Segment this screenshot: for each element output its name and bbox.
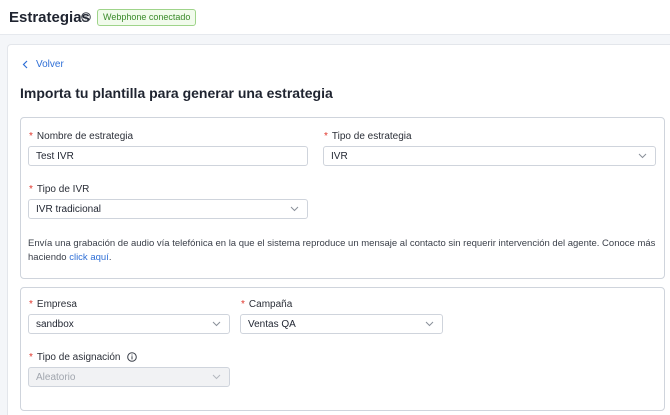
chevron-down-icon [425,321,434,327]
back-button[interactable]: Volver [22,59,64,70]
campaign-select[interactable]: Ventas QA [240,314,443,334]
top-bar: Estrategias Webphone conectado [0,0,670,35]
back-label: Volver [36,59,64,70]
page-title: Estrategias [9,9,90,26]
strategy-name-input[interactable]: Test IVR [28,146,308,166]
status-badge: Webphone conectado [97,9,197,26]
ivr-type-label: * Tipo de IVR [29,184,90,195]
assignment-type-label: * Tipo de asignación [29,352,138,363]
chevron-down-icon [212,321,221,327]
company-label: * Empresa [29,299,77,310]
chevron-left-icon [22,60,28,69]
required-marker: * [29,131,33,142]
form-heading: Importa tu plantilla para generar una es… [20,85,333,101]
chevron-down-icon [212,374,221,380]
company-section [20,287,665,411]
ivr-type-select[interactable]: IVR tradicional [28,199,308,219]
company-select[interactable]: sandbox [28,314,230,334]
chevron-down-icon [290,206,299,212]
chevron-down-icon [638,153,647,159]
info-icon[interactable] [81,12,91,22]
help-link[interactable]: click aquí [69,252,109,263]
assignment-type-select: Aleatorio [28,367,230,387]
strategy-type-select[interactable]: IVR [323,146,656,166]
ivr-description: Envía una grabación de audio vía telefón… [28,238,656,263]
campaign-label: * Campaña [241,299,293,310]
strategy-type-label: * Tipo de estrategia [324,131,412,142]
info-icon[interactable] [127,352,138,363]
strategy-name-label: * Nombre de estrategia [29,131,134,142]
